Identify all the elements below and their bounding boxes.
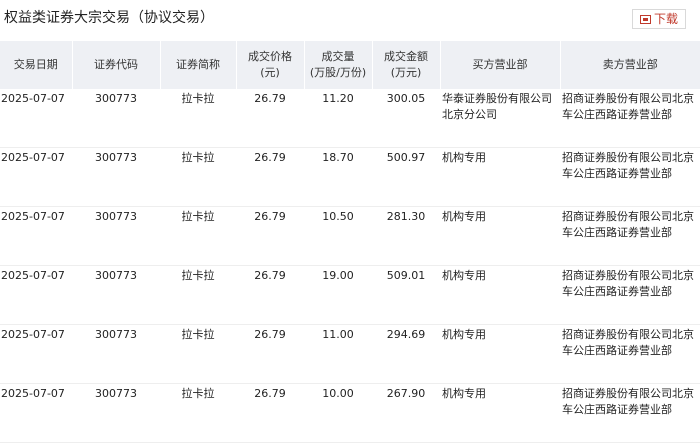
cell-volume: 11.20 (304, 89, 372, 148)
table-header-row: 交易日期 证券代码 证券简称 成交价格 (元) 成交量 (万股/万份) 成交金额… (0, 41, 700, 89)
cell-seller-branch: 招商证券股份有限公司北京车公庄西路证券营业部 (560, 324, 700, 384)
cell-security-code: 300773 (72, 89, 160, 148)
cell-buyer-branch: 机构专用 (440, 206, 560, 266)
table-row: 2025-07-07 300773 拉卡拉 26.79 11.20 300.05… (0, 89, 700, 148)
block-trade-table: 交易日期 证券代码 证券简称 成交价格 (元) 成交量 (万股/万份) 成交金额… (0, 41, 700, 443)
cell-buyer-branch: 机构专用 (440, 324, 560, 384)
cell-security-name: 拉卡拉 (160, 206, 236, 266)
cell-security-name: 拉卡拉 (160, 265, 236, 325)
cell-volume: 18.70 (304, 147, 372, 207)
page-title: 权益类证券大宗交易（协议交易） (4, 10, 214, 26)
table-row: 2025-07-07 300773 拉卡拉 26.79 10.50 281.30… (0, 206, 700, 266)
column-header-security-code: 证券代码 (72, 41, 161, 89)
cell-trade-date: 2025-07-07 (0, 89, 72, 148)
column-header-trade-date: 交易日期 (0, 41, 73, 89)
cell-buyer-branch: 机构专用 (440, 147, 560, 207)
cell-volume: 10.50 (304, 206, 372, 266)
cell-trade-date: 2025-07-07 (0, 383, 72, 443)
cell-price: 26.79 (236, 324, 304, 384)
cell-security-name: 拉卡拉 (160, 89, 236, 148)
cell-amount: 281.30 (372, 206, 440, 266)
column-header-amount: 成交金额 (万元) (372, 41, 441, 89)
cell-amount: 509.01 (372, 265, 440, 325)
column-header-price: 成交价格 (元) (236, 41, 305, 89)
cell-seller-branch: 招商证券股份有限公司北京车公庄西路证券营业部 (560, 206, 700, 266)
cell-amount: 300.05 (372, 89, 440, 148)
cell-security-name: 拉卡拉 (160, 147, 236, 207)
cell-amount: 294.69 (372, 324, 440, 384)
cell-buyer-branch: 机构专用 (440, 265, 560, 325)
cell-security-name: 拉卡拉 (160, 383, 236, 443)
cell-seller-branch: 招商证券股份有限公司北京车公庄西路证券营业部 (560, 89, 700, 148)
cell-seller-branch: 招商证券股份有限公司北京车公庄西路证券营业部 (560, 147, 700, 207)
cell-price: 26.79 (236, 147, 304, 207)
column-header-volume: 成交量 (万股/万份) (304, 41, 373, 89)
cell-seller-branch: 招商证券股份有限公司北京车公庄西路证券营业部 (560, 265, 700, 325)
cell-price: 26.79 (236, 383, 304, 443)
cell-security-code: 300773 (72, 324, 160, 384)
column-header-security-name: 证券简称 (160, 41, 237, 89)
cell-volume: 11.00 (304, 324, 372, 384)
cell-trade-date: 2025-07-07 (0, 147, 72, 207)
cell-price: 26.79 (236, 89, 304, 148)
cell-price: 26.79 (236, 206, 304, 266)
download-label: 下载 (653, 12, 678, 26)
table-row: 2025-07-07 300773 拉卡拉 26.79 19.00 509.01… (0, 265, 700, 325)
download-button[interactable]: 下载 (632, 9, 686, 29)
cell-seller-branch: 招商证券股份有限公司北京车公庄西路证券营业部 (560, 383, 700, 443)
cell-security-code: 300773 (72, 206, 160, 266)
table-row: 2025-07-07 300773 拉卡拉 26.79 11.00 294.69… (0, 324, 700, 384)
page-header: 权益类证券大宗交易（协议交易） 下载 (0, 0, 700, 36)
cell-amount: 267.90 (372, 383, 440, 443)
cell-buyer-branch: 华泰证券股份有限公司北京分公司 (440, 89, 560, 148)
column-header-buyer-branch: 买方营业部 (440, 41, 561, 89)
cell-trade-date: 2025-07-07 (0, 324, 72, 384)
cell-trade-date: 2025-07-07 (0, 265, 72, 325)
cell-volume: 10.00 (304, 383, 372, 443)
cell-buyer-branch: 机构专用 (440, 383, 560, 443)
cell-price: 26.79 (236, 265, 304, 325)
table-row: 2025-07-07 300773 拉卡拉 26.79 10.00 267.90… (0, 383, 700, 443)
cell-amount: 500.97 (372, 147, 440, 207)
table-row: 2025-07-07 300773 拉卡拉 26.79 18.70 500.97… (0, 147, 700, 207)
cell-security-code: 300773 (72, 383, 160, 443)
download-icon (639, 14, 651, 25)
column-header-seller-branch: 卖方营业部 (560, 41, 700, 89)
cell-security-code: 300773 (72, 147, 160, 207)
cell-security-name: 拉卡拉 (160, 324, 236, 384)
cell-trade-date: 2025-07-07 (0, 206, 72, 266)
cell-volume: 19.00 (304, 265, 372, 325)
cell-security-code: 300773 (72, 265, 160, 325)
